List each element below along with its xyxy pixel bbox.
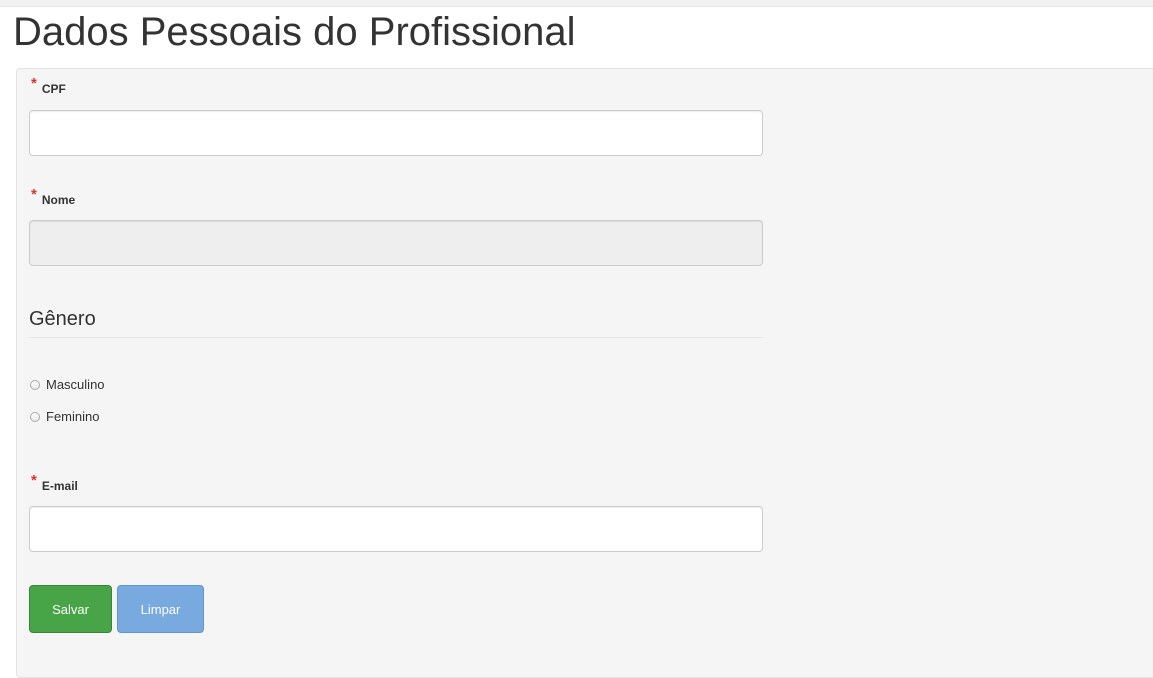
email-label-text: E-mail (41, 479, 78, 493)
cpf-label: * CPF (31, 75, 66, 96)
radio-feminino[interactable]: Feminino (30, 409, 99, 424)
nome-label: * Nome (31, 186, 76, 207)
radio-feminino-label: Feminino (46, 409, 100, 424)
genero-legend: Gênero (29, 305, 763, 338)
save-button[interactable]: Salvar (29, 585, 112, 633)
page-title: Dados Pessoais do Profissional (13, 10, 576, 54)
radio-button-icon[interactable] (30, 379, 40, 390)
required-asterisk: * (31, 186, 37, 203)
required-asterisk: * (31, 472, 37, 489)
clear-button[interactable]: Limpar (117, 585, 204, 633)
radio-masculino[interactable]: Masculino (30, 377, 105, 392)
email-label: * E-mail (31, 472, 78, 493)
nome-label-text: Nome (41, 193, 76, 207)
required-asterisk: * (31, 75, 37, 92)
radio-masculino-label: Masculino (46, 377, 105, 392)
nome-input (29, 220, 763, 266)
radio-button-icon[interactable] (30, 411, 40, 422)
top-strip (0, 0, 1153, 7)
cpf-input[interactable] (29, 110, 763, 156)
cpf-label-text: CPF (41, 82, 66, 96)
email-input[interactable] (29, 506, 763, 552)
